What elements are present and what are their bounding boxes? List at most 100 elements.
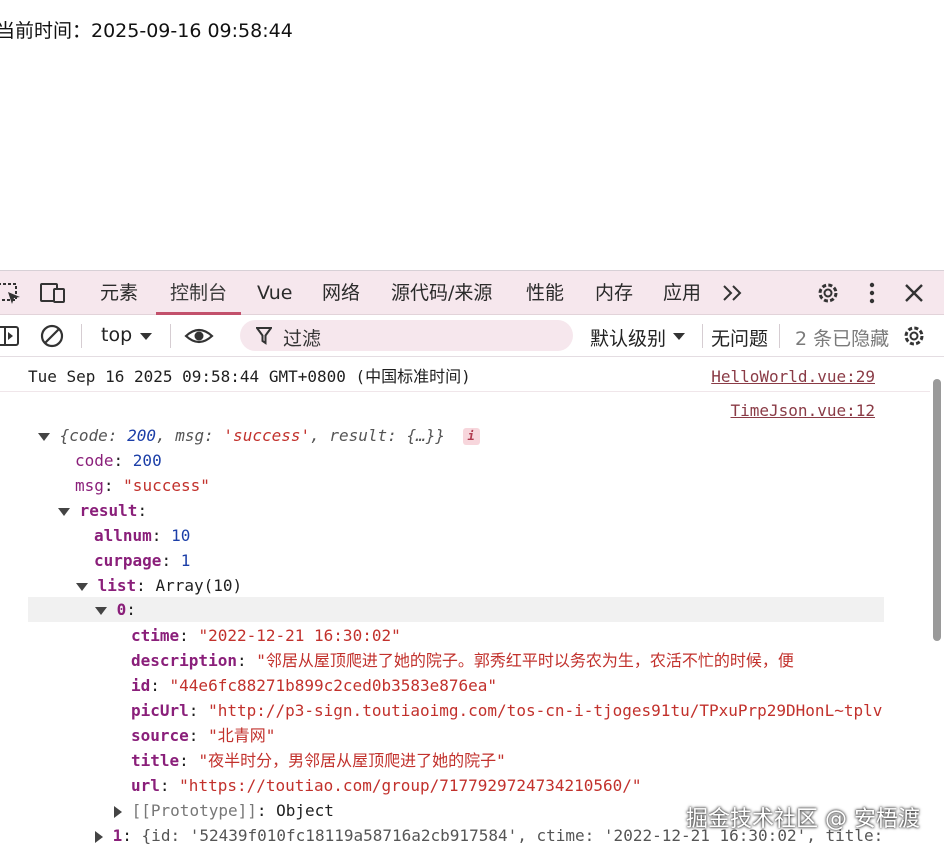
- tab-network[interactable]: 网络: [322, 271, 360, 315]
- more-tabs-icon[interactable]: [720, 281, 746, 305]
- prop-key: msg: [75, 476, 104, 495]
- prop-key: list: [97, 576, 137, 595]
- prop-value: "success": [123, 476, 210, 495]
- source-link-helloworld[interactable]: HelloWorld.vue:29: [711, 364, 875, 389]
- prop-key: source: [131, 726, 189, 745]
- prop-id: id: "44e6fc88271b899c2ced0b3583e876ea": [131, 676, 498, 695]
- preview-value: 200: [127, 426, 156, 445]
- chevron-down-icon[interactable]: [139, 332, 153, 342]
- console-log-date: Tue Sep 16 2025 09:58:44 GMT+0800 (中国标准时…: [28, 367, 471, 386]
- prop-value: "44e6fc88271b899c2ced0b3583e876ea": [169, 676, 498, 695]
- prop-url: url: "https://toutiao.com/group/71779297…: [131, 776, 642, 795]
- prop-prototype[interactable]: [[Prototype]]: Object: [114, 798, 334, 823]
- prop-key: code: [75, 451, 114, 470]
- prop-key: allnum: [94, 526, 152, 545]
- prop-value: "2022-12-21 16:30:02": [198, 626, 401, 645]
- prop-source: source: "北青网": [131, 726, 276, 745]
- devtools-tabbar: 元素 控制台 Vue 网络 源代码/来源 性能 内存 应用: [0, 271, 944, 315]
- prop-key: ctime: [131, 626, 180, 645]
- console-scrollbar[interactable]: [930, 357, 944, 852]
- info-icon[interactable]: i: [462, 428, 480, 445]
- expand-triangle-icon[interactable]: [95, 830, 103, 843]
- preview-value: {…}: [406, 426, 436, 445]
- prop-key: description: [131, 651, 237, 670]
- preview-key: result: [329, 426, 388, 445]
- expand-triangle-icon[interactable]: [38, 432, 50, 441]
- tab-memory[interactable]: 内存: [595, 271, 633, 315]
- filter-input[interactable]: 过滤: [240, 320, 573, 351]
- expand-triangle-icon[interactable]: [76, 582, 88, 591]
- toolbar-divider: [702, 324, 703, 348]
- kebab-icon[interactable]: [859, 281, 885, 305]
- row-highlight: [28, 597, 884, 622]
- tab-vue[interactable]: Vue: [257, 271, 292, 315]
- prop-allnum: allnum: 10: [94, 526, 191, 545]
- settings-icon[interactable]: [815, 281, 841, 305]
- prop-result[interactable]: result:: [58, 498, 147, 523]
- prop-ctime: ctime: "2022-12-21 16:30:02": [131, 626, 401, 645]
- tab-elements[interactable]: 元素: [100, 271, 138, 315]
- prop-key: 1: [112, 826, 123, 845]
- log-divider: [0, 391, 944, 392]
- tab-sources[interactable]: 源代码/来源: [391, 271, 492, 315]
- prop-key: url: [131, 776, 160, 795]
- prop-picurl: picUrl: "http://p3-sign.toutiaoimg.com/t…: [131, 698, 885, 723]
- prop-value: Object: [276, 801, 334, 820]
- clear-icon[interactable]: [39, 323, 65, 349]
- prop-key: curpage: [94, 551, 162, 570]
- prop-code: code: 200: [75, 451, 162, 470]
- context-selector[interactable]: top: [101, 324, 132, 346]
- prop-value: "夜半时分，男邻居从屋顶爬进了她的院子": [198, 751, 506, 770]
- filter-icon: [256, 327, 272, 345]
- object-preview[interactable]: {code: 200, msg: 'success', result: {…}}…: [38, 423, 480, 448]
- tab-performance[interactable]: 性能: [526, 271, 564, 315]
- prop-title: title: "夜半时分，男邻居从屋顶爬进了她的院子": [131, 751, 506, 770]
- hidden-count: 2 条已隐藏: [795, 328, 890, 350]
- prop-key: id: [131, 676, 151, 695]
- issues-count[interactable]: 无问题: [711, 324, 768, 351]
- preview-key: msg: [175, 426, 205, 445]
- preview-value: 'success': [223, 426, 311, 445]
- prop-list[interactable]: list: Array(10): [76, 573, 242, 598]
- prop-key: result: [79, 501, 138, 520]
- log-level-selector[interactable]: 默认级别: [590, 324, 666, 351]
- settings-icon[interactable]: [901, 324, 927, 348]
- device-toggle-icon[interactable]: [40, 281, 66, 305]
- chevron-down-icon[interactable]: [672, 332, 686, 342]
- console-output: Tue Sep 16 2025 09:58:44 GMT+0800 (中国标准时…: [0, 357, 944, 852]
- tab-application[interactable]: 应用: [663, 271, 701, 315]
- prop-key: [[Prototype]]: [131, 801, 257, 820]
- preview-brace: {: [59, 426, 70, 445]
- source-link-timejson[interactable]: TimeJson.vue:12: [731, 398, 876, 423]
- toolbar-divider: [170, 324, 171, 348]
- close-icon[interactable]: [901, 281, 927, 305]
- filter-placeholder: 过滤: [283, 328, 322, 350]
- watermark: 掘金技术社区 @ 安梧渡: [686, 807, 920, 832]
- prop-key: 0: [116, 600, 127, 619]
- prop-value: 1: [180, 551, 191, 570]
- expand-triangle-icon[interactable]: [95, 606, 107, 615]
- prop-value: Array(10): [155, 576, 243, 595]
- prop-key: title: [131, 751, 180, 770]
- expand-triangle-icon[interactable]: [58, 507, 70, 516]
- sidebar-icon[interactable]: [0, 324, 22, 348]
- eye-icon[interactable]: [184, 325, 214, 347]
- scrollbar-thumb[interactable]: [933, 379, 941, 641]
- tab-console[interactable]: 控制台: [155, 271, 242, 315]
- prop-msg: msg: "success": [75, 476, 210, 495]
- prop-description: description: "邻居从屋顶爬进了她的院子。郭秀红平时以务农为生，农活…: [131, 651, 794, 670]
- prop-value: 10: [171, 526, 191, 545]
- list-item-0[interactable]: 0:: [95, 597, 136, 622]
- prop-value: "北青网": [208, 726, 276, 745]
- prop-curpage: curpage: 1: [94, 551, 191, 570]
- expand-triangle-icon[interactable]: [114, 805, 122, 818]
- preview-key: code: [69, 426, 108, 445]
- inspect-icon[interactable]: [0, 281, 22, 305]
- devtools-panel: 元素 控制台 Vue 网络 源代码/来源 性能 内存 应用 top 过滤 默认级…: [0, 270, 944, 852]
- preview-brace: }: [435, 426, 445, 445]
- prop-value: 200: [132, 451, 162, 470]
- prop-value: "http://p3-sign.toutiaoimg.com/tos-cn-i-…: [208, 701, 885, 720]
- toolbar-divider: [81, 324, 82, 348]
- prop-key: picUrl: [131, 701, 189, 720]
- prop-value: "https://toutiao.com/group/7177929724734…: [179, 776, 642, 795]
